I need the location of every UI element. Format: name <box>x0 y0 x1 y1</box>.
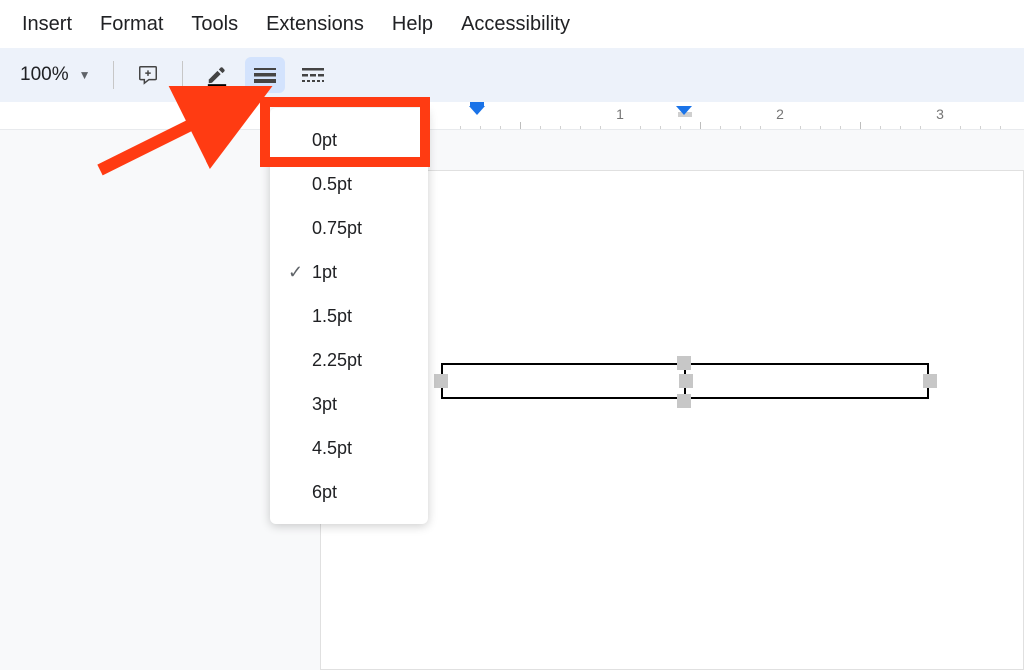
comment-plus-icon <box>137 64 159 86</box>
ruler: 1 2 3 <box>0 102 1024 130</box>
ruler-number: 3 <box>936 106 944 122</box>
add-comment-button[interactable] <box>128 57 168 93</box>
page-canvas <box>0 130 1024 670</box>
divider <box>182 61 183 89</box>
option-label: 2.25pt <box>312 350 410 371</box>
table-cell[interactable] <box>442 364 685 398</box>
border-width-button[interactable] <box>245 57 285 93</box>
table-resize-handle[interactable] <box>679 374 693 388</box>
border-dash-icon <box>302 68 324 82</box>
border-color-button[interactable] <box>197 57 237 93</box>
border-width-option-075pt[interactable]: 0.75pt <box>270 206 428 250</box>
ruler-number: 1 <box>616 106 624 122</box>
table-cell[interactable] <box>685 364 928 398</box>
menu-help[interactable]: Help <box>380 7 445 42</box>
option-label: 0pt <box>312 130 410 151</box>
border-width-option-3pt[interactable]: 3pt <box>270 382 428 426</box>
option-label: 1pt <box>312 262 410 283</box>
pencil-underline-icon <box>206 64 228 86</box>
ruler-number: 2 <box>776 106 784 122</box>
border-width-icon <box>254 67 276 83</box>
option-label: 0.5pt <box>312 174 410 195</box>
border-width-option-6pt[interactable]: 6pt <box>270 470 428 514</box>
check-icon: ✓ <box>288 262 312 283</box>
border-dash-button[interactable] <box>293 57 333 93</box>
option-label: 1.5pt <box>312 306 410 327</box>
table-resize-handle[interactable] <box>434 374 448 388</box>
border-width-option-0pt[interactable]: 0pt <box>270 118 428 162</box>
menu-format[interactable]: Format <box>88 7 175 42</box>
menubar: Insert Format Tools Extensions Help Acce… <box>0 0 1024 48</box>
menu-tools[interactable]: Tools <box>179 7 250 42</box>
border-width-option-1pt[interactable]: ✓ 1pt <box>270 250 428 294</box>
option-label: 3pt <box>312 394 410 415</box>
border-width-option-05pt[interactable]: 0.5pt <box>270 162 428 206</box>
border-width-option-15pt[interactable]: 1.5pt <box>270 294 428 338</box>
border-width-option-225pt[interactable]: 2.25pt <box>270 338 428 382</box>
option-label: 0.75pt <box>312 218 410 239</box>
menu-insert[interactable]: Insert <box>10 7 84 42</box>
table-resize-handle[interactable] <box>923 374 937 388</box>
border-width-option-45pt[interactable]: 4.5pt <box>270 426 428 470</box>
zoom-value: 100% <box>20 64 69 86</box>
chevron-down-icon: ▼ <box>79 68 91 82</box>
ruler-indent-marker[interactable] <box>469 106 485 115</box>
option-label: 4.5pt <box>312 438 410 459</box>
ruler-right-indent-marker[interactable] <box>676 106 692 115</box>
table-resize-handle[interactable] <box>677 394 691 408</box>
border-width-menu: 0pt 0.5pt 0.75pt ✓ 1pt 1.5pt 2.25pt 3pt … <box>270 108 428 524</box>
table-resize-handle[interactable] <box>677 356 691 370</box>
menu-extensions[interactable]: Extensions <box>254 7 376 42</box>
divider <box>113 61 114 89</box>
menu-accessibility[interactable]: Accessibility <box>449 7 582 42</box>
option-label: 6pt <box>312 482 410 503</box>
zoom-dropdown[interactable]: 100% ▼ <box>12 60 99 90</box>
toolbar: 100% ▼ <box>0 48 1024 102</box>
